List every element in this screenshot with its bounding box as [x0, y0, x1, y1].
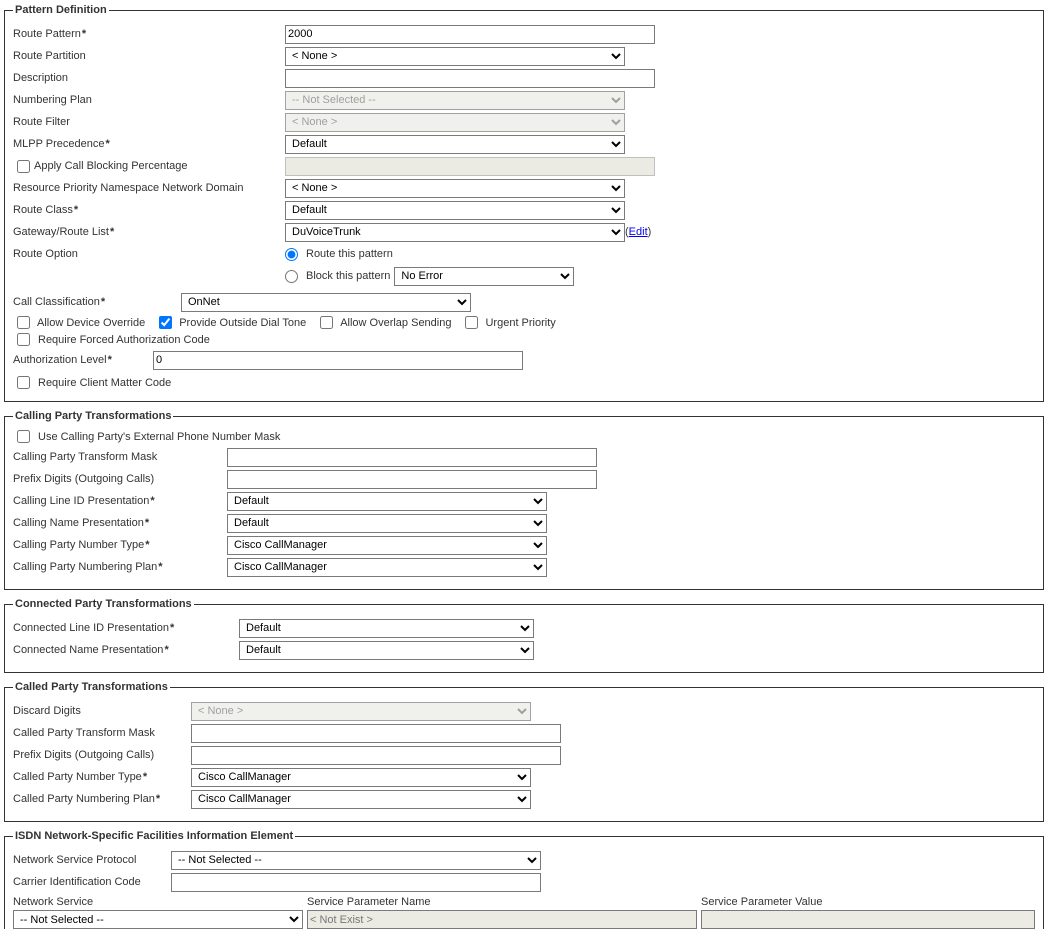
allow-device-override-label: Allow Device Override	[37, 317, 145, 329]
auth-level-label: Authorization Level	[13, 354, 153, 366]
provide-dial-tone-label: Provide Outside Dial Tone	[179, 317, 306, 329]
pattern-definition-legend: Pattern Definition	[13, 4, 109, 16]
called-mask-input[interactable]	[191, 724, 561, 743]
cp-name-pres-select[interactable]: Default	[227, 514, 547, 533]
cp-transform-mask-label: Calling Party Transform Mask	[13, 451, 227, 463]
cp-num-type-label: Calling Party Number Type	[13, 539, 227, 551]
auth-level-input[interactable]	[153, 351, 523, 370]
ns-header: Network Service	[13, 894, 305, 910]
ns-select[interactable]: -- Not Selected --	[13, 910, 303, 929]
mlpp-select[interactable]: Default	[285, 135, 625, 154]
cp-transform-mask-input[interactable]	[227, 448, 597, 467]
nsp-select[interactable]: -- Not Selected --	[171, 851, 541, 870]
called-prefix-input[interactable]	[191, 746, 561, 765]
called-party-legend: Called Party Transformations	[13, 681, 170, 693]
route-filter-select: < None >	[285, 113, 625, 132]
called-mask-label: Called Party Transform Mask	[13, 727, 191, 739]
cp-num-type-select[interactable]: Cisco CallManager	[227, 536, 547, 555]
require-cmc-label: Require Client Matter Code	[38, 377, 171, 389]
route-this-radio[interactable]	[285, 248, 298, 261]
cp-line-id-label: Calling Line ID Presentation	[13, 495, 227, 507]
isdn-legend: ISDN Network-Specific Facilities Informa…	[13, 830, 295, 842]
route-class-label: Route Class	[13, 204, 285, 216]
rpnnd-select[interactable]: < None >	[285, 179, 625, 198]
numbering-plan-select: -- Not Selected --	[285, 91, 625, 110]
conn-line-id-select[interactable]: Default	[239, 619, 534, 638]
cp-line-id-select[interactable]: Default	[227, 492, 547, 511]
discard-select: < None >	[191, 702, 531, 721]
route-pattern-label: Route Pattern	[13, 28, 285, 40]
require-cmc-checkbox[interactable]	[17, 376, 30, 389]
calling-party-section: Calling Party Transformations Use Callin…	[4, 410, 1044, 590]
block-this-radio[interactable]	[285, 270, 298, 283]
apply-blocking-field	[285, 157, 655, 176]
block-this-label: Block this pattern	[306, 270, 390, 282]
called-party-section: Called Party Transformations Discard Dig…	[4, 681, 1044, 822]
allow-overlap-label: Allow Overlap Sending	[340, 317, 451, 329]
isdn-section: ISDN Network-Specific Facilities Informa…	[4, 830, 1044, 929]
called-num-plan-select[interactable]: Cisco CallManager	[191, 790, 531, 809]
description-label: Description	[13, 72, 285, 84]
connected-party-section: Connected Party Transformations Connecte…	[4, 598, 1044, 673]
apply-blocking-checkbox[interactable]	[17, 160, 30, 173]
allow-device-override-checkbox[interactable]	[17, 316, 30, 329]
route-partition-select[interactable]: < None >	[285, 47, 625, 66]
discard-label: Discard Digits	[13, 705, 191, 717]
allow-overlap-checkbox[interactable]	[320, 316, 333, 329]
gateway-select[interactable]: DuVoiceTrunk	[285, 223, 625, 242]
mlpp-label: MLPP Precedence	[13, 138, 285, 150]
spv-input	[701, 910, 1035, 929]
cic-input[interactable]	[171, 873, 541, 892]
called-num-type-select[interactable]: Cisco CallManager	[191, 768, 531, 787]
route-this-label: Route this pattern	[306, 248, 393, 260]
cp-num-plan-select[interactable]: Cisco CallManager	[227, 558, 547, 577]
conn-name-pres-select[interactable]: Default	[239, 641, 534, 660]
cp-num-plan-label: Calling Party Numbering Plan	[13, 561, 227, 573]
conn-name-pres-label: Connected Name Presentation	[13, 644, 239, 656]
cp-prefix-label: Prefix Digits (Outgoing Calls)	[13, 473, 227, 485]
cic-label: Carrier Identification Code	[13, 876, 171, 888]
call-class-label: Call Classification	[13, 296, 181, 308]
called-prefix-label: Prefix Digits (Outgoing Calls)	[13, 749, 191, 761]
apply-blocking-label: Apply Call Blocking Percentage	[34, 160, 187, 172]
route-pattern-input[interactable]	[285, 25, 655, 44]
called-num-plan-label: Called Party Numbering Plan	[13, 793, 191, 805]
nsp-label: Network Service Protocol	[13, 854, 171, 866]
provide-dial-tone-checkbox[interactable]	[159, 316, 172, 329]
spn-header: Service Parameter Name	[307, 894, 699, 910]
urgent-priority-checkbox[interactable]	[465, 316, 478, 329]
description-input[interactable]	[285, 69, 655, 88]
spv-header: Service Parameter Value	[701, 894, 1035, 910]
require-fac-label: Require Forced Authorization Code	[38, 334, 210, 346]
pattern-definition-section: Pattern Definition Route Pattern Route P…	[4, 4, 1044, 402]
connected-party-legend: Connected Party Transformations	[13, 598, 194, 610]
cp-prefix-input[interactable]	[227, 470, 597, 489]
route-class-select[interactable]: Default	[285, 201, 625, 220]
urgent-priority-label: Urgent Priority	[485, 317, 555, 329]
rpnnd-label: Resource Priority Namespace Network Doma…	[13, 182, 285, 194]
route-partition-label: Route Partition	[13, 50, 285, 62]
block-reason-select[interactable]: No Error	[394, 267, 574, 286]
call-class-select[interactable]: OnNet	[181, 293, 471, 312]
use-ext-mask-checkbox[interactable]	[17, 430, 30, 443]
cp-name-pres-label: Calling Name Presentation	[13, 517, 227, 529]
edit-link[interactable]: Edit	[629, 226, 648, 238]
route-filter-label: Route Filter	[13, 116, 285, 128]
gateway-label: Gateway/Route List	[13, 226, 285, 238]
called-num-type-label: Called Party Number Type	[13, 771, 191, 783]
require-fac-checkbox[interactable]	[17, 333, 30, 346]
use-ext-mask-label: Use Calling Party's External Phone Numbe…	[38, 431, 280, 443]
numbering-plan-label: Numbering Plan	[13, 94, 285, 106]
conn-line-id-label: Connected Line ID Presentation	[13, 622, 239, 634]
calling-party-legend: Calling Party Transformations	[13, 410, 173, 422]
spn-input	[307, 910, 697, 929]
route-option-label: Route Option	[13, 248, 285, 260]
